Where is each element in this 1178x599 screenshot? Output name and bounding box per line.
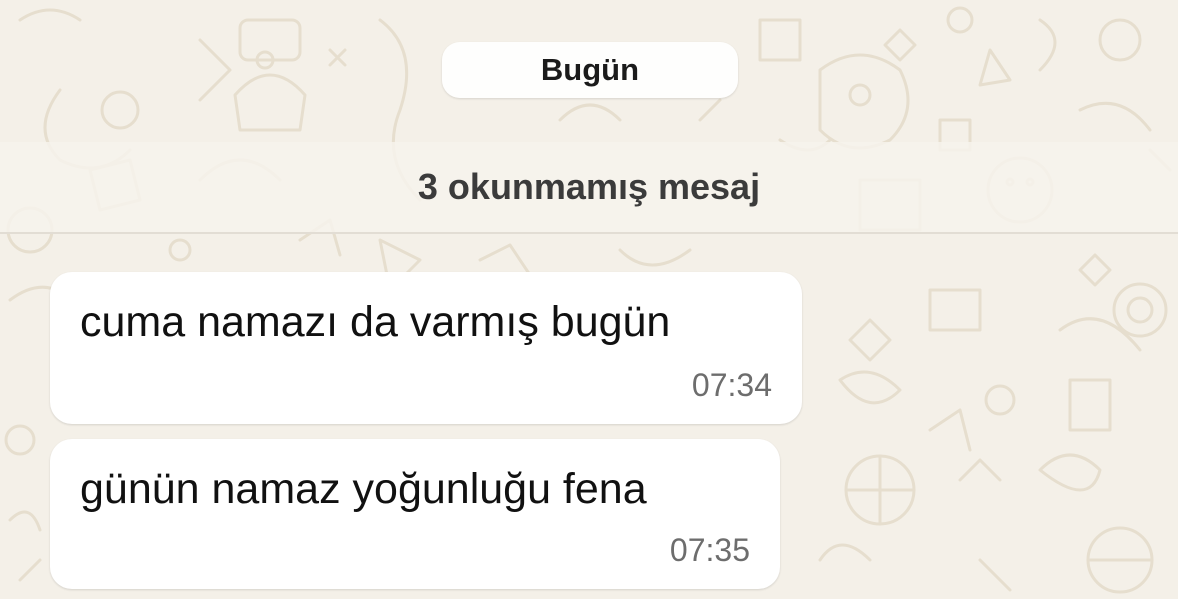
unread-messages-label: 3 okunmamış mesaj xyxy=(417,166,761,207)
unread-messages-banner: 3 okunmamış mesaj xyxy=(0,142,1178,234)
date-separator-label: Bugün xyxy=(540,52,640,87)
message-timestamp: 07:34 xyxy=(691,367,772,403)
incoming-message-bubble[interactable]: cuma namazı da varmış bugün 07:34 xyxy=(50,272,802,424)
message-text: cuma namazı da varmış bugün xyxy=(80,298,671,346)
message-text: günün namaz yoğunluğu fena xyxy=(80,465,647,513)
incoming-message-bubble[interactable]: günün namaz yoğunluğu fena 07:35 xyxy=(50,439,780,589)
date-separator-chip: Bugün xyxy=(442,42,738,98)
message-timestamp: 07:35 xyxy=(669,532,750,568)
